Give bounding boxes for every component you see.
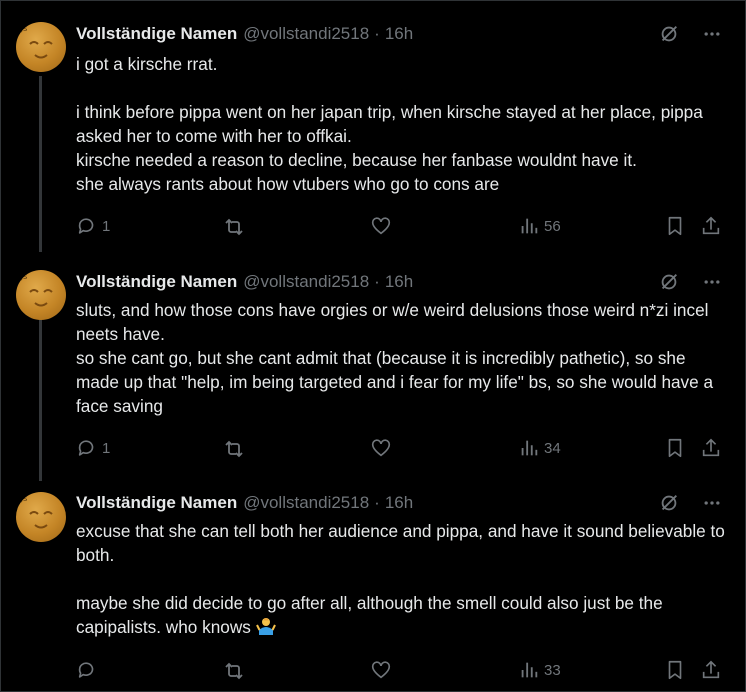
views-icon — [521, 218, 538, 234]
repost-icon — [225, 218, 243, 236]
share-icon — [702, 438, 720, 457]
avatar[interactable]: gs — [16, 22, 66, 72]
action-bar: 1 34 — [76, 437, 724, 461]
avatar[interactable]: gs — [16, 270, 66, 320]
bookmark-icon — [668, 438, 682, 458]
tweet[interactable]: gs Vollständige Namen @vollstandi2518 · … — [0, 0, 746, 250]
views-button[interactable]: 56 — [518, 215, 561, 237]
reply-button[interactable] — [76, 659, 102, 681]
heart-icon — [371, 439, 391, 457]
action-bar: 33 — [76, 659, 724, 683]
author-name[interactable]: Vollständige Namen — [76, 493, 237, 513]
avatar[interactable]: gs — [16, 492, 66, 542]
share-button[interactable] — [700, 215, 722, 237]
reply-button[interactable]: 1 — [76, 215, 110, 237]
reply-icon — [78, 218, 94, 234]
views-button[interactable]: 34 — [518, 437, 561, 459]
like-button[interactable] — [370, 437, 392, 459]
views-icon — [521, 440, 538, 456]
tweet-header: Vollständige Namen @vollstandi2518 · 16h — [76, 22, 413, 46]
svg-text:gs: gs — [18, 24, 27, 33]
separator-dot: · — [374, 272, 380, 291]
tweet-text: sluts, and how those cons have orgies or… — [76, 300, 714, 416]
reply-button[interactable]: 1 — [76, 437, 110, 459]
bookmark-icon — [668, 660, 682, 680]
views-icon — [521, 662, 538, 678]
author-handle[interactable]: @vollstandi2518 — [243, 272, 369, 292]
more-icon[interactable] — [702, 24, 722, 44]
heart-icon — [371, 661, 391, 679]
tweet-top-icons — [658, 23, 722, 45]
slashed-circle-icon[interactable] — [658, 23, 680, 45]
bookmark-button[interactable] — [664, 437, 686, 459]
repost-button[interactable] — [222, 659, 246, 683]
repost-icon — [225, 440, 243, 458]
tweet[interactable]: gs Vollständige Namen @vollstandi2518 · … — [0, 248, 746, 470]
view-count: 33 — [544, 661, 561, 679]
reply-count: 1 — [102, 439, 111, 457]
bookmark-button[interactable] — [664, 659, 686, 681]
bookmark-button[interactable] — [664, 215, 686, 237]
slashed-circle-icon[interactable] — [658, 492, 680, 514]
tweet-text: i got a kirsche rrat. i think before pip… — [76, 54, 703, 194]
svg-text:gs: gs — [18, 494, 27, 503]
author-name[interactable]: Vollständige Namen — [76, 272, 237, 292]
separator-dot: · — [374, 24, 380, 43]
tweet-header: Vollständige Namen @vollstandi2518 · 16h — [76, 270, 413, 294]
tweet-top-icons — [658, 492, 722, 514]
author-handle[interactable]: @vollstandi2518 — [243, 24, 369, 44]
share-icon — [702, 216, 720, 235]
views-button[interactable]: 33 — [518, 659, 561, 681]
tweet-header: Vollständige Namen @vollstandi2518 · 16h — [76, 491, 413, 515]
share-button[interactable] — [700, 659, 722, 681]
tweet-text: excuse that she can tell both her audien… — [76, 519, 726, 639]
person-shrugging-emoji — [255, 618, 276, 635]
view-count: 56 — [544, 217, 561, 235]
slashed-circle-icon[interactable] — [658, 271, 680, 293]
bookmark-icon — [668, 216, 682, 236]
timestamp[interactable]: 16h — [385, 493, 413, 513]
repost-button[interactable] — [222, 437, 246, 461]
like-button[interactable] — [370, 659, 392, 681]
view-count: 34 — [544, 439, 561, 457]
like-button[interactable] — [370, 215, 392, 237]
more-icon[interactable] — [702, 272, 722, 292]
repost-button[interactable] — [222, 215, 246, 239]
share-icon — [702, 660, 720, 679]
reply-icon — [78, 662, 94, 678]
separator-dot: · — [374, 493, 380, 512]
reply-count: 1 — [102, 217, 111, 235]
author-name[interactable]: Vollständige Namen — [76, 24, 237, 44]
tweet-top-icons — [658, 271, 722, 293]
share-button[interactable] — [700, 437, 722, 459]
author-handle[interactable]: @vollstandi2518 — [243, 493, 369, 513]
reply-icon — [78, 440, 94, 456]
repost-icon — [225, 662, 243, 680]
action-bar: 1 56 — [76, 215, 724, 239]
timestamp[interactable]: 16h — [385, 24, 413, 44]
heart-icon — [371, 217, 391, 235]
timestamp[interactable]: 16h — [385, 272, 413, 292]
tweet-text-content: excuse that she can tell both her audien… — [76, 521, 725, 637]
more-icon[interactable] — [702, 493, 722, 513]
tweet[interactable]: gs Vollständige Namen @vollstandi2518 · … — [0, 470, 746, 690]
svg-text:gs: gs — [18, 272, 27, 281]
